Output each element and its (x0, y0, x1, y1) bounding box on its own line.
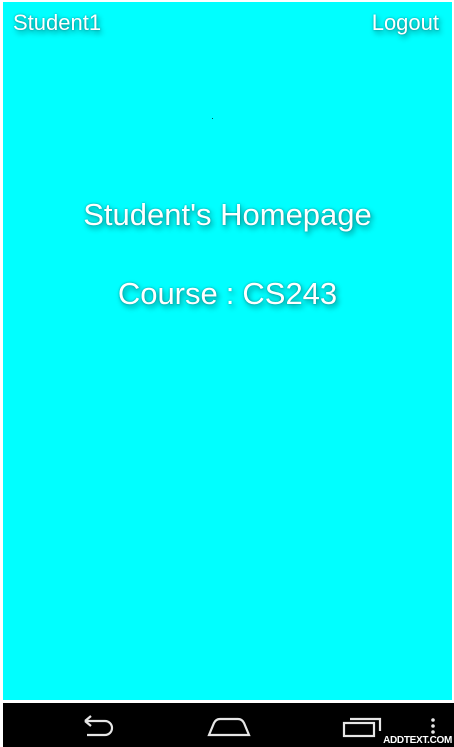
page-title: Student's Homepage (83, 197, 372, 232)
course-label: Course (117, 276, 218, 311)
app-screen: Student1 Logout Student's Homepage Cours… (3, 2, 452, 700)
course-separator: : (225, 276, 235, 311)
course-code: CS243 (242, 276, 338, 311)
course-line: Course: CS243 (3, 276, 452, 312)
speck (212, 118, 213, 119)
watermark-text: ADDTEXT.COM (383, 735, 452, 746)
logout-button[interactable]: Logout (372, 10, 439, 36)
home-icon[interactable] (204, 711, 254, 739)
back-icon[interactable] (73, 711, 119, 739)
device-frame: Student1 Logout Student's Homepage Cours… (0, 0, 454, 747)
username-label: Student1 (13, 10, 102, 35)
system-navigation-bar: ADDTEXT.COM (3, 703, 454, 747)
recents-icon[interactable] (338, 711, 388, 739)
